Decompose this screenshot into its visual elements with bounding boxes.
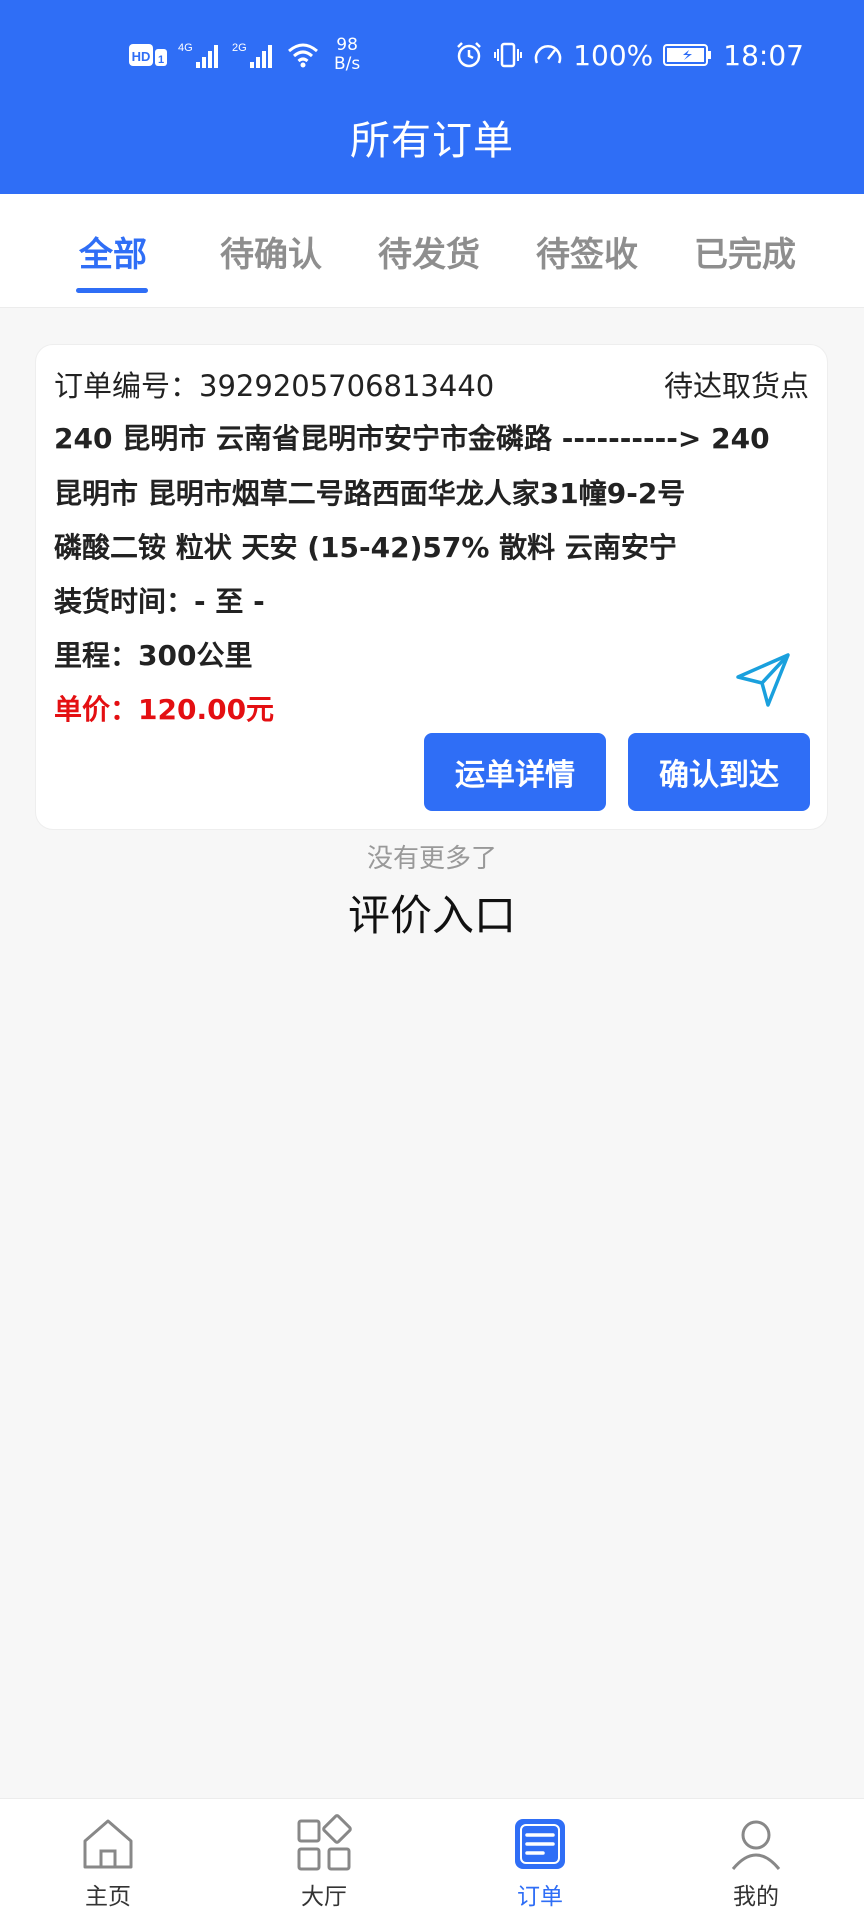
route-line-2: 昆明市 昆明市烟草二号路西面华龙人家31幢9-2号 <box>54 477 686 510</box>
clock: 18:07 <box>723 38 804 72</box>
unit-price: 单价：120.00元 <box>54 693 275 726</box>
waybill-detail-button[interactable]: 运单详情 <box>424 733 606 811</box>
order-list-icon <box>509 1813 571 1875</box>
distance: 里程：300公里 <box>54 639 253 672</box>
tab-pending-shipment[interactable]: 待发货 <box>350 194 508 308</box>
wifi-icon <box>286 41 320 69</box>
tab-completed[interactable]: 已完成 <box>666 194 824 308</box>
nav-item-orders[interactable]: 订单 <box>470 1799 610 1920</box>
status-right: 100% 18:07 <box>455 32 804 78</box>
order-status-tabs: 全部 待确认 待发货 待签收 已完成 <box>0 194 864 308</box>
nav-item-home[interactable]: 主页 <box>38 1799 178 1920</box>
battery-percent: 100% <box>573 38 654 72</box>
network-speed: 98 B/s <box>334 36 360 74</box>
status-bar: HD 1 4G 2G 98 B/s 100% 18:07 <box>0 0 864 110</box>
nav-label-hall: 大厅 <box>301 1884 347 1910</box>
nav-label-home: 主页 <box>85 1884 131 1910</box>
network-speed-value: 98 <box>336 35 358 55</box>
goods-description: 磷酸二铵 粒状 天安 (15-42)57% 散料 云南安宁 <box>54 531 677 564</box>
vibrate-icon <box>493 41 523 69</box>
tab-pending-confirm[interactable]: 待确认 <box>192 194 350 308</box>
nav-item-mine[interactable]: 我的 <box>686 1799 826 1920</box>
order-number-label: 订单编号： <box>54 369 200 403</box>
home-icon <box>77 1813 139 1875</box>
send-icon[interactable] <box>732 649 794 711</box>
alarm-icon <box>455 41 483 69</box>
app-header: HD 1 4G 2G 98 B/s 100% 18:07 所有订单 <box>0 0 864 194</box>
user-icon <box>725 1813 787 1875</box>
svg-text:2G: 2G <box>232 42 247 54</box>
grid-icon <box>293 1813 355 1875</box>
network-speed-unit: B/s <box>334 54 361 74</box>
order-card[interactable]: 订单编号：3929205706813440 待达取货点 240 昆明市 云南省昆… <box>35 344 828 830</box>
signal-2g-icon: 2G <box>232 40 276 70</box>
tab-pending-receipt[interactable]: 待签收 <box>508 194 666 308</box>
tab-pending-confirm-label: 待确认 <box>220 234 322 275</box>
nav-label-orders: 订单 <box>517 1884 563 1910</box>
loading-time: 装货时间：- 至 - <box>54 585 265 618</box>
order-status: 待达取货点 <box>663 369 809 403</box>
nav-label-mine: 我的 <box>733 1884 779 1910</box>
confirm-arrival-button[interactable]: 确认到达 <box>628 733 810 811</box>
no-more-text: 没有更多了 <box>366 844 497 874</box>
order-number-value: 3929205706813440 <box>199 369 495 403</box>
nav-item-hall[interactable]: 大厅 <box>254 1799 394 1920</box>
bottom-nav: 主页 大厅 订单 我的 <box>0 1798 864 1920</box>
page-title: 所有订单 <box>350 118 514 164</box>
tab-completed-label: 已完成 <box>694 234 796 275</box>
svg-text:1: 1 <box>158 54 164 66</box>
tab-pending-receipt-label: 待签收 <box>536 234 638 275</box>
svg-text:HD: HD <box>132 49 151 64</box>
signal-4g-icon: 4G <box>178 40 222 70</box>
status-left: HD 1 4G 2G 98 B/s <box>128 32 360 78</box>
hd-icon: HD 1 <box>128 42 168 68</box>
tab-all-label: 全部 <box>79 234 147 275</box>
tab-pending-shipment-label: 待发货 <box>378 234 480 275</box>
route-line-1: 240 昆明市 云南省昆明市安宁市金磷路 ----------> 240 <box>54 422 770 455</box>
active-tab-indicator <box>76 288 148 293</box>
order-number: 订单编号：3929205706813440 <box>54 363 494 405</box>
review-entry-link[interactable]: 评价入口 <box>0 882 864 943</box>
speedometer-icon <box>533 41 563 69</box>
battery-icon <box>663 42 713 68</box>
svg-text:4G: 4G <box>178 42 193 54</box>
